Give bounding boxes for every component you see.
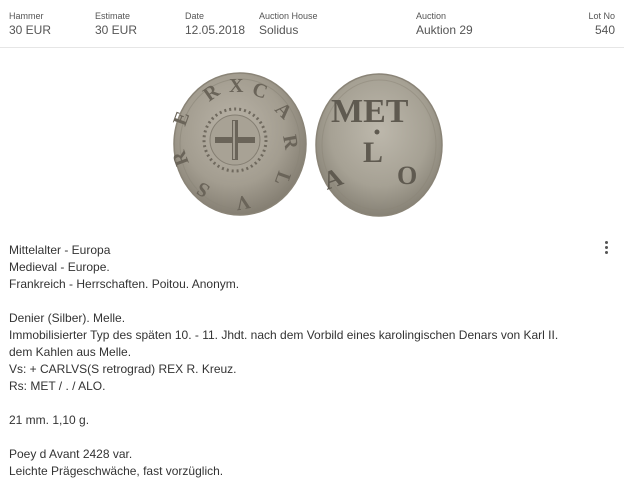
svg-text:X: X — [229, 75, 244, 97]
desc-type-cont: dem Kahlen aus Melle. — [9, 345, 132, 359]
estimate-value: 30 EUR — [95, 23, 138, 37]
auction-house-column: Auction House Solidus — [259, 11, 318, 38]
auction-label: Auction — [416, 11, 447, 21]
desc-measurements: 21 mm. 1,10 g. — [9, 413, 90, 427]
desc-category: Mittelalter - Europa — [9, 243, 111, 257]
coin-reverse-image[interactable]: MET L O A — [313, 70, 445, 220]
hammer-label: Hammer — [9, 11, 44, 21]
desc-region: Frankreich - Herrschaften. Poitou. Anony… — [9, 277, 240, 291]
estimate-label: Estimate — [95, 11, 131, 21]
date-value: 12.05.2018 — [185, 23, 246, 37]
reverse-legend-mid-L: L — [363, 136, 383, 169]
hammer-column: Hammer 30 EUR — [9, 11, 51, 38]
lot-no-label: Lot No — [588, 11, 615, 21]
desc-condition: Leichte Prägeschwäche, fast vorzüglich. — [9, 464, 224, 478]
desc-reference: Poey d Avant 2428 var. — [9, 447, 133, 461]
desc-obverse: Vs: + CARLVS(S retrograd) REX R. Kreuz. — [9, 362, 237, 376]
reverse-legend-o: O — [397, 161, 417, 190]
desc-denomination: Denier (Silber). Melle. — [9, 311, 126, 325]
lot-no-value: 540 — [594, 23, 615, 37]
desc-type: Immobilisierter Typ des späten 10. - 11.… — [9, 328, 559, 342]
lot-header: Hammer 30 EUR Estimate 30 EUR Date 12.05… — [0, 0, 624, 48]
date-label: Date — [185, 11, 205, 21]
desc-reverse: Rs: MET / . / ALO. — [9, 379, 106, 393]
coin-images[interactable]: R X C A R L V S R E MET L O A — [0, 70, 624, 220]
desc-category-en: Medieval - Europe. — [9, 260, 110, 274]
estimate-column: Estimate 30 EUR — [95, 11, 137, 38]
reverse-legend-top: MET — [331, 93, 409, 130]
auction-column: Auction Auktion 29 — [416, 11, 473, 38]
date-column: Date 12.05.2018 — [185, 11, 245, 38]
lot-description: Mittelalter - Europa Medieval - Europe. … — [9, 242, 599, 480]
coin-obverse-image[interactable]: R X C A R L V S R E — [171, 70, 309, 220]
more-vertical-icon[interactable] — [598, 238, 614, 256]
auction-house-label: Auction House — [259, 11, 318, 21]
lot-no-column: Lot No 540 — [588, 11, 615, 38]
hammer-value: 30 EUR — [9, 23, 52, 37]
auction-house-value[interactable]: Solidus — [259, 23, 318, 38]
auction-value[interactable]: Auktion 29 — [416, 23, 473, 38]
